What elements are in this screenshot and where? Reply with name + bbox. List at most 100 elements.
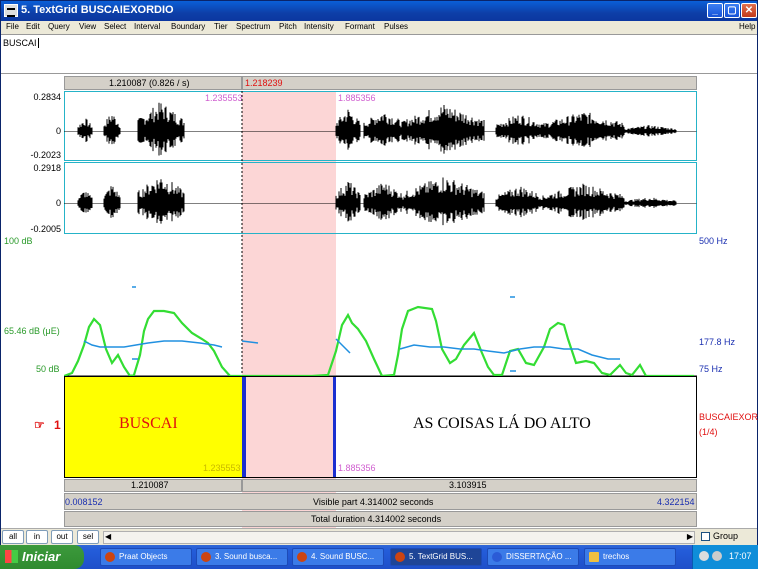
- selection-start-bar[interactable]: 1.210087 (0.826 / s): [64, 76, 242, 90]
- tier-name: BUSCAIEXOR: [699, 412, 758, 422]
- wave1-zero: 0: [55, 126, 61, 136]
- menu-tier[interactable]: Tier: [214, 22, 227, 31]
- interval-empty[interactable]: [246, 377, 333, 477]
- task-praat-objects[interactable]: Praat Objects: [100, 548, 192, 566]
- visible-start: 0.008152: [65, 497, 103, 507]
- scroll-right-arrow-icon[interactable]: ▶: [687, 532, 693, 541]
- visible-part-label: Visible part 4.314002 seconds: [313, 497, 434, 507]
- horizontal-scrollbar[interactable]: ◀ ▶: [103, 531, 695, 544]
- task-label: 3. Sound busca...: [215, 552, 278, 561]
- tier-count: (1/4): [699, 427, 718, 437]
- menu-edit[interactable]: Edit: [26, 22, 40, 31]
- task-trechos[interactable]: trechos: [584, 548, 676, 566]
- cursor-time-label: 1.218239: [245, 78, 283, 88]
- praat-icon: [105, 552, 115, 562]
- duration-right: 3.103915: [449, 480, 487, 490]
- waveform-trace-1: [64, 102, 697, 156]
- zoom-all-button[interactable]: all: [2, 530, 24, 544]
- group-checkbox[interactable]: [701, 532, 710, 541]
- task-label: 4. Sound BUSC...: [311, 552, 375, 561]
- windows-logo-icon: [5, 550, 18, 563]
- wave2-zero: 0: [55, 198, 61, 208]
- text-caret: [37, 38, 39, 48]
- word-icon: [492, 552, 502, 562]
- title-bar[interactable]: 5. TextGrid BUSCAIEXORDIO _ ▢ ✕: [1, 1, 757, 21]
- intensity-max-label: 100 dB: [4, 236, 33, 246]
- waveform-drawing: [64, 91, 697, 234]
- system-tray: 17:07: [692, 545, 758, 569]
- total-duration-bar[interactable]: Total duration 4.314002 seconds: [64, 511, 697, 527]
- group-label: Group: [713, 531, 739, 541]
- close-button[interactable]: ✕: [741, 3, 757, 18]
- menu-boundary[interactable]: Boundary: [171, 22, 205, 31]
- selection-end-bar[interactable]: 1.218239: [242, 76, 697, 90]
- task-sound-busca[interactable]: 3. Sound busca...: [196, 548, 288, 566]
- folder-icon: [589, 552, 599, 562]
- pitch-curve-2: [241, 340, 259, 344]
- task-label: trechos: [603, 552, 630, 561]
- task-dissertacao[interactable]: DISSERTAÇÃO ...: [487, 548, 579, 566]
- textgrid-tier[interactable]: BUSCAI 1.235553 1.885356 AS COISAS LÁ DO…: [64, 376, 697, 478]
- window-title: 5. TextGrid BUSCAIEXORDIO: [21, 4, 174, 16]
- textgrid-window: 5. TextGrid BUSCAIEXORDIO _ ▢ ✕ File Edi…: [0, 0, 758, 551]
- menu-interval[interactable]: Interval: [134, 22, 160, 31]
- zoom-out-button[interactable]: out: [51, 530, 73, 544]
- interval-buscai[interactable]: BUSCAI 1.235553: [65, 377, 242, 477]
- intensity-mean-label: 65.46 dB (μE): [4, 326, 60, 336]
- network-icon[interactable]: [699, 551, 709, 561]
- start-button[interactable]: Iniciar: [0, 545, 84, 569]
- visible-end: 4.322154: [657, 497, 695, 507]
- task-sound-busc[interactable]: 4. Sound BUSC...: [292, 548, 384, 566]
- windows-taskbar: Iniciar Praat Objects 3. Sound busca... …: [0, 545, 758, 569]
- praat-icon: [297, 552, 307, 562]
- task-textgrid[interactable]: 5. TextGrid BUS...: [390, 548, 482, 566]
- duration-left: 1.210087: [131, 480, 169, 490]
- praat-icon: [395, 552, 405, 562]
- menu-query[interactable]: Query: [48, 22, 70, 31]
- maximize-button[interactable]: ▢: [724, 3, 740, 18]
- menu-file[interactable]: File: [6, 22, 19, 31]
- selection-start-label: 1.210087 (0.826 / s): [109, 78, 190, 88]
- menu-pulses[interactable]: Pulses: [384, 22, 408, 31]
- clock[interactable]: 17:07: [729, 551, 752, 561]
- menu-spectrum[interactable]: Spectrum: [236, 22, 270, 31]
- scroll-left-arrow-icon[interactable]: ◀: [105, 532, 111, 541]
- interval-text-value: BUSCAI: [3, 38, 37, 48]
- duration-bar-right[interactable]: 3.103915: [242, 479, 697, 492]
- total-duration-label: Total duration 4.314002 seconds: [311, 514, 442, 524]
- wave1-max: 0.2834: [33, 92, 61, 102]
- zoom-in-button[interactable]: in: [26, 530, 48, 544]
- minimize-button[interactable]: _: [707, 3, 723, 18]
- praat-icon: [201, 552, 211, 562]
- interval-label-2: AS COISAS LÁ DO ALTO: [413, 415, 591, 432]
- duration-bar-left[interactable]: 1.210087: [64, 479, 242, 492]
- zoom-bar: all in out sel ◀ ▶ Group: [1, 528, 757, 545]
- pitch-max-label: 500 Hz: [699, 236, 728, 246]
- waveform-trace-2: [64, 177, 697, 226]
- menu-help[interactable]: Help: [739, 22, 755, 31]
- menu-view[interactable]: View: [79, 22, 96, 31]
- menu-intensity[interactable]: Intensity: [304, 22, 334, 31]
- interval-label-1: BUSCAI: [119, 415, 178, 432]
- interval-start-time: 1.235553: [203, 463, 241, 473]
- pitch-curve-4: [399, 344, 620, 360]
- menu-formant[interactable]: Formant: [345, 22, 375, 31]
- menu-select[interactable]: Select: [104, 22, 126, 31]
- start-label: Iniciar: [22, 549, 61, 564]
- interval-as-coisas[interactable]: AS COISAS LÁ DO ALTO: [336, 377, 696, 477]
- wave2-max: 0.2918: [33, 163, 61, 173]
- menu-pitch[interactable]: Pitch: [279, 22, 297, 31]
- volume-icon[interactable]: [712, 551, 722, 561]
- intensity-min-label: 50 dB: [36, 364, 60, 374]
- wave2-min: -0.2005: [30, 224, 61, 234]
- pitch-min-label: 75 Hz: [699, 364, 723, 374]
- task-label: Praat Objects: [119, 552, 168, 561]
- visible-part-bar[interactable]: 0.008152 Visible part 4.314002 seconds 4…: [64, 493, 697, 510]
- interval-text-field[interactable]: BUSCAI: [1, 34, 757, 74]
- pitch-intensity-drawing: [64, 235, 697, 376]
- praat-icon: [4, 4, 18, 17]
- pitch-mean-label: 177.8 Hz: [699, 337, 736, 347]
- zoom-sel-button[interactable]: sel: [77, 530, 99, 544]
- task-label: DISSERTAÇÃO ...: [506, 552, 572, 561]
- menu-bar: File Edit Query View Select Interval Bou…: [1, 21, 757, 34]
